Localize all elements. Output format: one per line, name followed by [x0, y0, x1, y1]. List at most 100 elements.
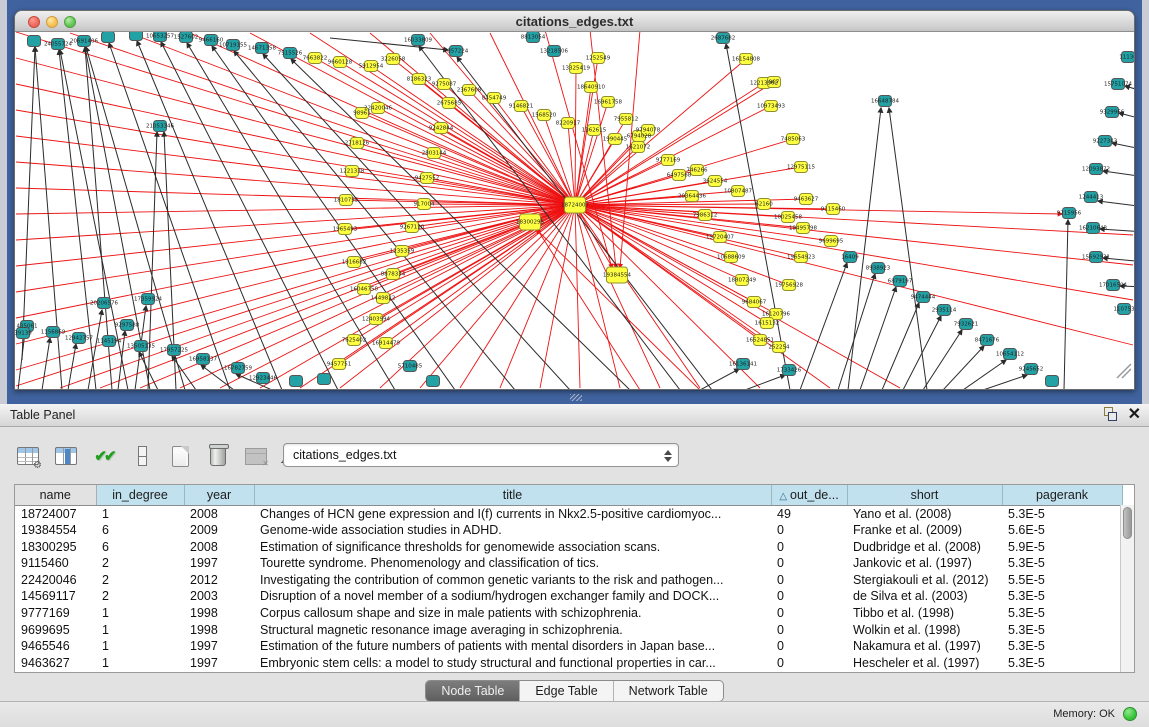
table-cell[interactable]: 6 [96, 539, 184, 556]
graph-node[interactable] [290, 376, 303, 387]
table-cell[interactable]: 1 [96, 638, 184, 655]
graph-node[interactable] [28, 36, 41, 47]
table-cell[interactable]: Disruption of a novel member of a sodium… [254, 588, 771, 605]
table-cell[interactable]: 1997 [184, 555, 254, 572]
table-cell[interactable]: 9115460 [15, 555, 96, 572]
table-cell[interactable]: 2 [96, 588, 184, 605]
delete-icon[interactable] [204, 442, 232, 470]
table-cell[interactable]: Estimation of the future numbers of pati… [254, 638, 771, 655]
table-cell[interactable]: 5.6E-5 [1002, 522, 1122, 539]
delete-table-icon[interactable] [242, 442, 270, 470]
table-row[interactable]: 946362711997Embryonic stem cells: a mode… [15, 655, 1122, 672]
tab-node-table[interactable]: Node Table [426, 681, 520, 701]
table-cell[interactable]: 0 [771, 622, 847, 639]
table-cell[interactable]: 0 [771, 605, 847, 622]
table-row[interactable]: 946554611997Estimation of the future num… [15, 638, 1122, 655]
float-panel-icon[interactable] [1103, 407, 1118, 422]
scrollbar-thumb[interactable] [1123, 507, 1132, 539]
table-cell[interactable]: 0 [771, 522, 847, 539]
table-cell[interactable]: 1997 [184, 638, 254, 655]
table-row[interactable]: 969969511998Structural magnetic resonanc… [15, 622, 1122, 639]
cells-icon[interactable] [128, 442, 156, 470]
column-header-short[interactable]: short [847, 485, 1002, 505]
graph-node[interactable] [102, 32, 115, 43]
table-cell[interactable]: 0 [771, 555, 847, 572]
table-row[interactable]: 1456911722003Disruption of a novel membe… [15, 588, 1122, 605]
table-cell[interactable]: 0 [771, 638, 847, 655]
close-window-button[interactable] [28, 16, 40, 28]
table-cell[interactable]: 5.3E-5 [1002, 622, 1122, 639]
vertical-scrollbar[interactable] [1120, 505, 1134, 672]
table-cell[interactable]: 9463627 [15, 655, 96, 672]
minimize-window-button[interactable] [46, 16, 58, 28]
table-cell[interactable]: 22420046 [15, 572, 96, 589]
table-cell[interactable]: 9777169 [15, 605, 96, 622]
table-cell[interactable]: 0 [771, 655, 847, 672]
table-cell[interactable]: 2 [96, 572, 184, 589]
table-cell[interactable]: 14569117 [15, 588, 96, 605]
column-header-in-degree[interactable]: in_degree [96, 485, 184, 505]
tab-network-table[interactable]: Network Table [614, 681, 723, 701]
table-cell[interactable]: 1 [96, 622, 184, 639]
table-row[interactable]: 1872400712008Changes of HCN gene express… [15, 505, 1122, 522]
table-cell[interactable]: Corpus callosum shape and size in male p… [254, 605, 771, 622]
table-cell[interactable]: de Silva et al. (2003) [847, 588, 1002, 605]
table-row[interactable]: 2242004622012Investigating the contribut… [15, 572, 1122, 589]
zoom-window-button[interactable] [64, 16, 76, 28]
graph-node[interactable] [130, 32, 143, 41]
table-cell[interactable]: 1 [96, 505, 184, 522]
table-cell[interactable]: Jankovic et al. (1997) [847, 555, 1002, 572]
table-cell[interactable]: 2003 [184, 588, 254, 605]
new-file-icon[interactable] [166, 442, 194, 470]
table-cell[interactable]: 2008 [184, 539, 254, 556]
table-cell[interactable]: 0 [771, 539, 847, 556]
table-cell[interactable]: 1 [96, 605, 184, 622]
table-cell[interactable]: 5.3E-5 [1002, 505, 1122, 522]
table-cell[interactable]: 0 [771, 588, 847, 605]
table-cell[interactable]: Investigating the contribution of common… [254, 572, 771, 589]
network-window-titlebar[interactable]: citations_edges.txt [15, 11, 1134, 32]
table-cell[interactable]: Yano et al. (2008) [847, 505, 1002, 522]
table-cell[interactable]: Hescheler et al. (1997) [847, 655, 1002, 672]
table-cell[interactable]: 1998 [184, 622, 254, 639]
table-cell[interactable]: 5.3E-5 [1002, 655, 1122, 672]
table-row[interactable]: 911546021997Tourette syndrome. Phenomeno… [15, 555, 1122, 572]
table-cell[interactable]: Genome-wide association studies in ADHD. [254, 522, 771, 539]
table-cell[interactable]: 18300295 [15, 539, 96, 556]
table-cell[interactable]: Structural magnetic resonance image aver… [254, 622, 771, 639]
network-graph-canvas[interactable]: 1872400718300295193845542405572420691406… [15, 32, 1134, 389]
column-visibility-icon[interactable] [52, 442, 80, 470]
table-cell[interactable]: 2 [96, 555, 184, 572]
table-cell[interactable]: 9465546 [15, 638, 96, 655]
table-cell[interactable]: Tourette syndrome. Phenomenology and cla… [254, 555, 771, 572]
panel-divider-handle[interactable] [570, 394, 582, 401]
citation-network-graph[interactable]: 1872400718300295193845542405572420691406… [15, 32, 1134, 389]
table-cell[interactable]: 49 [771, 505, 847, 522]
table-cell[interactable]: Tibbo et al. (1998) [847, 605, 1002, 622]
table-cell[interactable]: 0 [771, 572, 847, 589]
table-cell[interactable]: 9699695 [15, 622, 96, 639]
table-cell[interactable]: Estimation of significance thresholds fo… [254, 539, 771, 556]
graph-node[interactable] [1046, 376, 1059, 387]
graph-node[interactable] [427, 376, 440, 387]
graph-node[interactable] [318, 374, 331, 385]
table-cell[interactable]: 19384554 [15, 522, 96, 539]
table-cell[interactable]: 5.5E-5 [1002, 572, 1122, 589]
table-settings-icon[interactable]: ⚙ [14, 442, 42, 470]
table-cell[interactable]: Franke et al. (2009) [847, 522, 1002, 539]
table-row[interactable]: 977716911998Corpus callosum shape and si… [15, 605, 1122, 622]
table-cell[interactable]: Stergiakouli et al. (2012) [847, 572, 1002, 589]
table-cell[interactable]: 2008 [184, 505, 254, 522]
table-cell[interactable]: Embryonic stem cells: a model to study s… [254, 655, 771, 672]
table-row[interactable]: 1938455462009Genome-wide association stu… [15, 522, 1122, 539]
table-cell[interactable]: 6 [96, 522, 184, 539]
column-header-title[interactable]: title [254, 485, 771, 505]
table-cell[interactable]: 5.3E-5 [1002, 588, 1122, 605]
table-cell[interactable]: 1998 [184, 605, 254, 622]
tab-edge-table[interactable]: Edge Table [520, 681, 613, 701]
table-row[interactable]: 1830029562008Estimation of significance … [15, 539, 1122, 556]
column-header-pagerank[interactable]: pagerank [1002, 485, 1122, 505]
column-header-out-de-[interactable]: △out_de... [771, 485, 847, 505]
table-cell[interactable]: Wolkin et al. (1998) [847, 622, 1002, 639]
column-header-year[interactable]: year [184, 485, 254, 505]
